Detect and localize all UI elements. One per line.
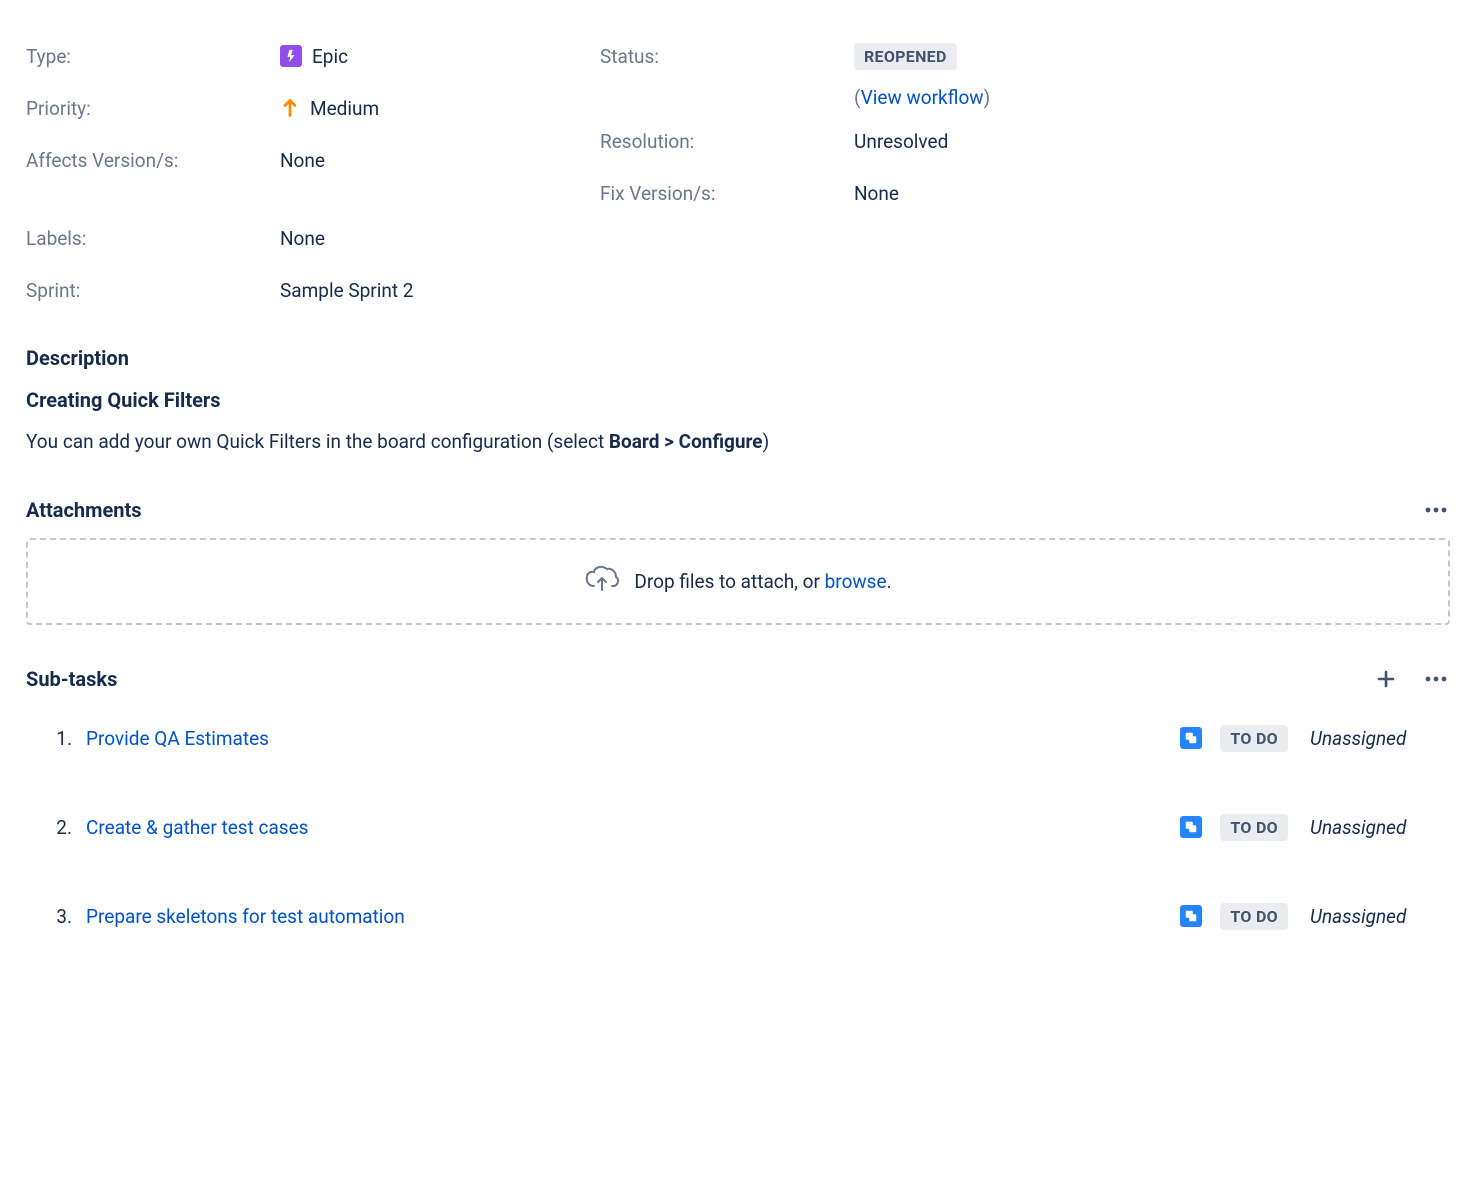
subtask-number: 1. bbox=[26, 727, 72, 750]
priority-label: Priority: bbox=[26, 97, 280, 120]
affects-value: None bbox=[280, 149, 325, 172]
details-left-column: Type: Epic Priority: Medium Affects Vers… bbox=[26, 30, 600, 316]
details-right-column: Status: REOPENED (View workflow) Resolut… bbox=[600, 30, 1450, 316]
browse-link[interactable]: browse bbox=[825, 570, 887, 593]
subtask-status-badge: TO DO bbox=[1220, 814, 1288, 841]
priority-value: Medium bbox=[280, 97, 379, 120]
attachments-dropzone[interactable]: Drop files to attach, or browse. bbox=[26, 538, 1450, 625]
status-label: Status: bbox=[600, 45, 854, 68]
description-heading: Description bbox=[26, 346, 1450, 370]
attachments-heading: Attachments bbox=[26, 498, 142, 522]
description-title: Creating Quick Filters bbox=[26, 388, 1450, 412]
attachments-more-icon[interactable] bbox=[1422, 496, 1450, 524]
fixversion-value: None bbox=[854, 182, 899, 205]
description-section: Description Creating Quick Filters You c… bbox=[26, 346, 1450, 456]
view-workflow-link[interactable]: View workflow bbox=[861, 86, 984, 109]
dropzone-text: Drop files to attach, or browse. bbox=[634, 570, 891, 593]
status-value: REOPENED bbox=[854, 43, 957, 70]
status-badge: REOPENED bbox=[854, 43, 957, 70]
field-fix-version: Fix Version/s: None bbox=[600, 167, 1450, 219]
workflow-line: (View workflow) bbox=[600, 86, 1450, 109]
subtask-link[interactable]: Prepare skeletons for test automation bbox=[86, 905, 1180, 928]
subtasks-more-icon[interactable] bbox=[1422, 665, 1450, 693]
subtask-row: 3. Prepare skeletons for test automation… bbox=[26, 891, 1450, 942]
issue-details: Type: Epic Priority: Medium Affects Vers… bbox=[26, 30, 1450, 316]
field-status: Status: REOPENED bbox=[600, 30, 1450, 82]
description-text: You can add your own Quick Filters in th… bbox=[26, 428, 1450, 456]
description-text-after: ) bbox=[763, 430, 770, 453]
upload-icon bbox=[584, 564, 620, 599]
labels-label: Labels: bbox=[26, 227, 280, 250]
subtask-number: 2. bbox=[26, 816, 72, 839]
attachments-header: Attachments bbox=[26, 496, 1450, 524]
sprint-label: Sprint: bbox=[26, 279, 280, 302]
field-sprint: Sprint: Sample Sprint 2 bbox=[26, 264, 600, 316]
subtask-row: 2. Create & gather test cases TO DO Unas… bbox=[26, 802, 1450, 853]
subtask-status-badge: TO DO bbox=[1220, 903, 1288, 930]
subtask-link[interactable]: Create & gather test cases bbox=[86, 816, 1180, 839]
field-resolution: Resolution: Unresolved bbox=[600, 115, 1450, 167]
subtasks-heading: Sub-tasks bbox=[26, 667, 117, 691]
subtasks-header: Sub-tasks bbox=[26, 665, 1450, 693]
field-priority: Priority: Medium bbox=[26, 82, 600, 134]
affects-label: Affects Version/s: bbox=[26, 149, 280, 172]
add-subtask-icon[interactable] bbox=[1372, 665, 1400, 693]
attachments-actions bbox=[1422, 496, 1450, 524]
field-type: Type: Epic bbox=[26, 30, 600, 82]
priority-text: Medium bbox=[310, 97, 379, 120]
labels-value: None bbox=[280, 227, 325, 250]
subtask-number: 3. bbox=[26, 905, 72, 928]
type-label: Type: bbox=[26, 45, 280, 68]
resolution-value: Unresolved bbox=[854, 130, 948, 153]
subtasks-list: 1. Provide QA Estimates TO DO Unassigned… bbox=[26, 713, 1450, 942]
fixversion-label: Fix Version/s: bbox=[600, 182, 854, 205]
field-labels: Labels: None bbox=[26, 212, 600, 264]
subtask-assignee: Unassigned bbox=[1310, 816, 1450, 839]
subtask-status-badge: TO DO bbox=[1220, 725, 1288, 752]
subtask-assignee: Unassigned bbox=[1310, 727, 1450, 750]
field-affects-version: Affects Version/s: None bbox=[26, 134, 600, 186]
description-body: Creating Quick Filters You can add your … bbox=[26, 388, 1450, 456]
subtask-row: 1. Provide QA Estimates TO DO Unassigned bbox=[26, 713, 1450, 764]
sprint-value: Sample Sprint 2 bbox=[280, 279, 413, 302]
priority-medium-icon bbox=[280, 98, 300, 118]
type-text: Epic bbox=[312, 45, 348, 68]
epic-icon bbox=[280, 45, 302, 67]
subtask-type-icon bbox=[1180, 905, 1202, 927]
subtask-assignee: Unassigned bbox=[1310, 905, 1450, 928]
type-value: Epic bbox=[280, 45, 348, 68]
dropzone-text-period: . bbox=[887, 570, 892, 593]
subtask-type-icon bbox=[1180, 816, 1202, 838]
subtask-type-icon bbox=[1180, 727, 1202, 749]
subtasks-actions bbox=[1372, 665, 1450, 693]
description-text-bold: Board > Configure bbox=[609, 430, 763, 453]
dropzone-text-prefix: Drop files to attach, or bbox=[634, 570, 824, 593]
resolution-label: Resolution: bbox=[600, 130, 854, 153]
subtask-link[interactable]: Provide QA Estimates bbox=[86, 727, 1180, 750]
description-text-before: You can add your own Quick Filters in th… bbox=[26, 430, 609, 453]
